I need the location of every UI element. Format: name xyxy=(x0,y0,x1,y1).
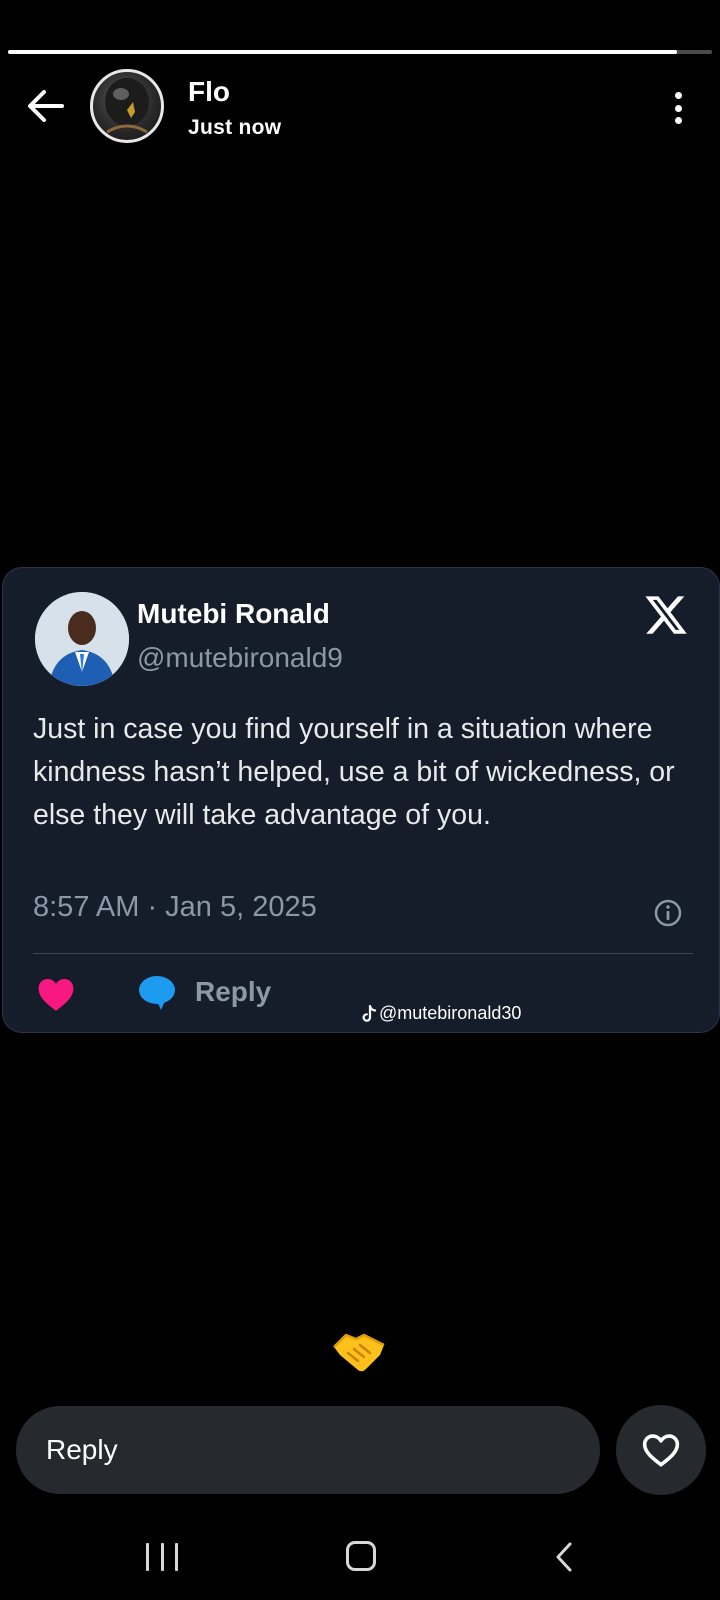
tiktok-watermark: @mutebironald30 xyxy=(361,1003,521,1024)
tweet-author-handle: @mutebironald9 xyxy=(137,642,343,673)
reply-bubble-icon xyxy=(139,976,175,1010)
watermark-handle: @mutebironald30 xyxy=(379,1003,522,1023)
poster-avatar[interactable] xyxy=(90,69,164,143)
tweet-author-name: Mutebi Ronald xyxy=(137,598,330,629)
x-logo-icon xyxy=(645,596,687,634)
poster-name[interactable]: Flo xyxy=(188,76,230,108)
tiktok-icon xyxy=(362,1004,377,1022)
post-time: Just now xyxy=(188,116,282,139)
tweet-timestamp: 8:57 AM · Jan 5, 2025 xyxy=(33,891,317,923)
dot-icon xyxy=(674,92,682,99)
dot-icon xyxy=(674,104,682,112)
reply-input[interactable]: Reply xyxy=(16,1406,600,1494)
tweet-text: Just in case you find yourself in a situ… xyxy=(33,713,675,831)
author-photo xyxy=(35,592,129,686)
tweet-card: Mutebi Ronald @mutebironald9 Just in cas… xyxy=(2,567,720,1033)
nav-home-button[interactable] xyxy=(346,1541,376,1571)
story-progress-bar xyxy=(8,50,712,54)
nav-back-button[interactable] xyxy=(552,1540,576,1574)
recents-bar-icon xyxy=(175,1543,178,1571)
story-progress-fill xyxy=(8,50,677,54)
like-button[interactable] xyxy=(616,1405,706,1495)
handshake-emoji-icon xyxy=(333,1333,385,1372)
back-button[interactable] xyxy=(22,82,70,130)
heart-outline-icon xyxy=(642,1434,680,1467)
more-options-button[interactable] xyxy=(662,88,694,128)
recents-bar-icon xyxy=(160,1543,164,1571)
recents-bar-icon xyxy=(146,1543,149,1571)
info-icon xyxy=(654,899,682,927)
heart-icon xyxy=(38,978,74,1011)
dot-icon xyxy=(674,117,682,124)
poster-avatar-image xyxy=(105,78,149,134)
tweet-author-avatar xyxy=(35,592,129,686)
tweet-reply-label: Reply xyxy=(195,976,272,1007)
tweet-divider xyxy=(33,953,693,954)
back-arrow-icon xyxy=(28,90,64,122)
nav-recents-button[interactable] xyxy=(146,1543,178,1571)
